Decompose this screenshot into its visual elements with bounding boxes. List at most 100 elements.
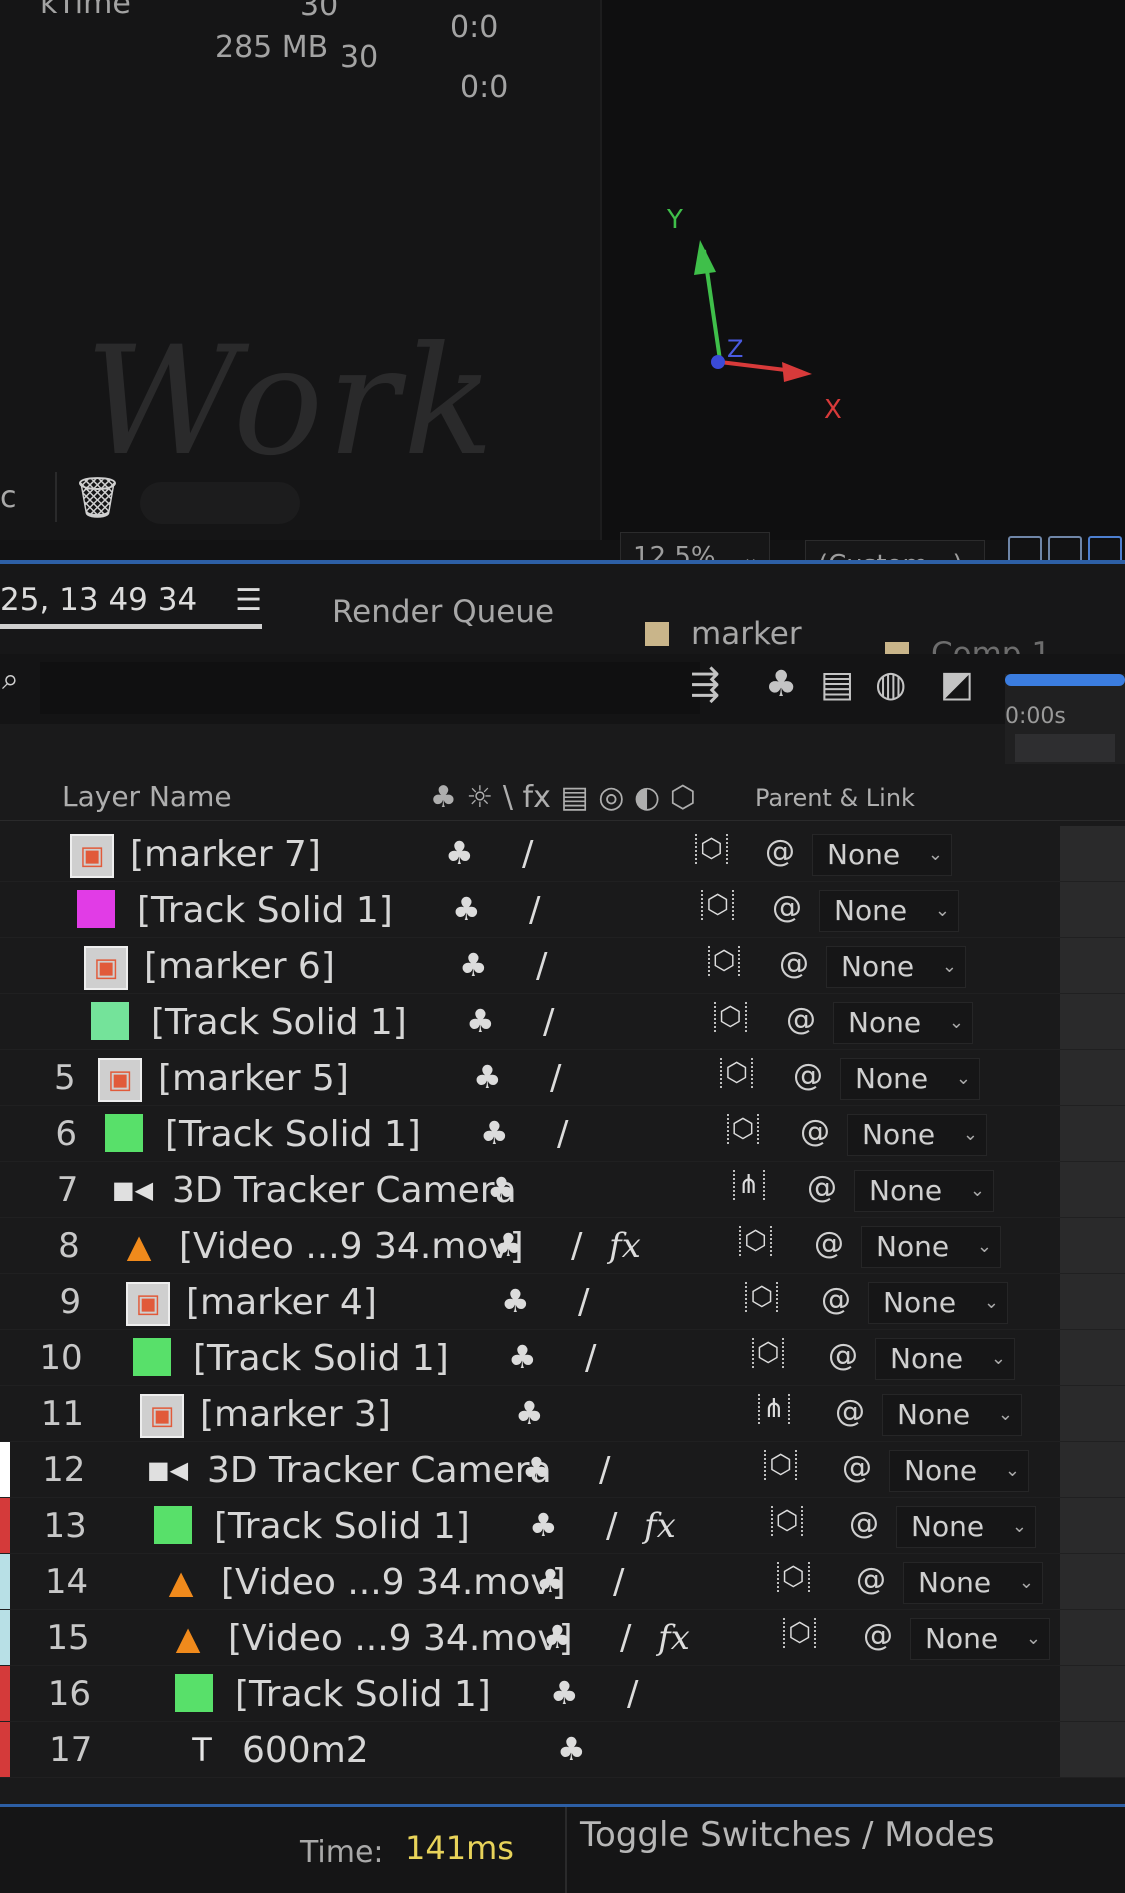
layer-duration-bar[interactable] (1060, 1610, 1125, 1665)
layer-row[interactable]: 10 [Track Solid 1] ♣ / ⬡ @ None ⌄ (0, 1330, 1125, 1386)
layer-row[interactable]: 16 [Track Solid 1] ♣ / (0, 1666, 1125, 1722)
parent-dropdown[interactable]: None ⌄ (812, 834, 952, 876)
layer-duration-bar[interactable] (1060, 1162, 1125, 1217)
quality-switch-icon[interactable]: / (627, 1674, 638, 1714)
shy-switch-icon[interactable]: ♣ (508, 1338, 537, 1376)
layer-row[interactable]: 12 ■◀ 3D Tracker Camera ♣ / ⬡ @ None ⌄ (0, 1442, 1125, 1498)
3d-layer-switch-icon[interactable]: ⬡ (770, 1506, 804, 1536)
quality-switch-icon[interactable]: / (557, 1114, 568, 1154)
layer-row[interactable]: 8 ▲ [Video ...9 34.mov] ♣ / fx ⬡ @ None ⌄ (0, 1218, 1125, 1274)
quality-switch-icon[interactable]: / (578, 1282, 589, 1322)
switches-header-icons[interactable]: ♣ ☼ \ fx ▤ ◎ ◐ ⬡ (430, 780, 696, 815)
trash-icon[interactable]: 🗑 (72, 474, 123, 521)
layer-duration-bar[interactable] (1060, 882, 1125, 937)
layer-duration-bar[interactable] (1060, 826, 1125, 881)
search-icon[interactable]: ⌕ (2, 662, 19, 697)
frame-blending-icon[interactable]: ▤ (820, 664, 854, 705)
pick-whip-icon[interactable]: @ (849, 1506, 879, 1541)
layer-name[interactable]: [Video ...9 34.mov] (228, 1618, 573, 1659)
pick-whip-icon[interactable]: @ (856, 1562, 886, 1597)
layer-name[interactable]: [Track Solid 1] (151, 1002, 407, 1043)
parent-dropdown[interactable]: None ⌄ (868, 1282, 1008, 1324)
tab-composition[interactable]: 25, 13 49 34 ☰ (0, 582, 262, 629)
label-color-swatch[interactable] (0, 1610, 10, 1665)
pick-whip-icon[interactable]: @ (779, 946, 809, 981)
parent-dropdown[interactable]: None ⌄ (854, 1170, 994, 1212)
3d-layer-switch-icon[interactable]: ⋔ (732, 1170, 765, 1200)
parent-dropdown[interactable]: None ⌄ (840, 1058, 980, 1100)
pick-whip-icon[interactable]: @ (800, 1114, 830, 1149)
parent-dropdown[interactable]: None ⌄ (875, 1338, 1015, 1380)
label-color-swatch[interactable] (0, 1442, 10, 1497)
layer-row[interactable]: [Track Solid 1] ♣ / ⬡ @ None ⌄ (0, 994, 1125, 1050)
layer-search-input[interactable] (40, 662, 700, 714)
layer-row[interactable]: 17 T 600m2 ♣ (0, 1722, 1125, 1778)
3d-layer-switch-icon[interactable]: ⬡ (707, 946, 741, 976)
layer-row[interactable]: 9 ▣ [marker 4] ♣ / ⬡ @ None ⌄ (0, 1274, 1125, 1330)
shy-switch-icon[interactable]: ♣ (480, 1114, 509, 1152)
quality-switch-icon[interactable]: / (599, 1450, 610, 1490)
label-color-swatch[interactable] (0, 1722, 10, 1777)
parent-dropdown[interactable]: None ⌄ (896, 1506, 1036, 1548)
layer-row[interactable]: 7 ■◀ 3D Tracker Camera ♣ ⋔ @ None ⌄ (0, 1162, 1125, 1218)
layer-name[interactable]: [Track Solid 1] (214, 1506, 470, 1547)
parent-dropdown[interactable]: None ⌄ (819, 890, 959, 932)
layer-duration-bar[interactable] (1060, 1330, 1125, 1385)
3d-layer-switch-icon[interactable]: ⋔ (758, 1394, 790, 1424)
quality-switch-icon[interactable]: / (571, 1226, 582, 1266)
layer-duration-bar[interactable] (1060, 1722, 1125, 1777)
parent-dropdown[interactable]: None ⌄ (826, 946, 966, 988)
layer-row[interactable]: 13 [Track Solid 1] ♣ / fx ⬡ @ None ⌄ (0, 1498, 1125, 1554)
pick-whip-icon[interactable]: @ (821, 1282, 851, 1317)
layer-row[interactable]: [Track Solid 1] ♣ / ⬡ @ None ⌄ (0, 882, 1125, 938)
label-color-swatch[interactable] (0, 1498, 10, 1553)
layer-name[interactable]: [Video ...9 34.mov] (179, 1226, 524, 1267)
layer-row[interactable]: 15 ▲ [Video ...9 34.mov] ♣ / fx ⬡ @ None ⌄ (0, 1610, 1125, 1666)
pick-whip-icon[interactable]: @ (765, 834, 795, 869)
layer-duration-bar[interactable] (1060, 1218, 1125, 1273)
pick-whip-icon[interactable]: @ (828, 1338, 858, 1373)
playhead-area[interactable] (1015, 734, 1115, 762)
quality-switch-icon[interactable]: / (543, 1002, 554, 1042)
layer-name[interactable]: 3D Tracker Camera (172, 1170, 517, 1211)
pick-whip-icon[interactable]: @ (793, 1058, 823, 1093)
tab-render-queue[interactable]: Render Queue (332, 594, 554, 630)
label-color-swatch[interactable] (0, 1554, 10, 1609)
layer-row[interactable]: ▣ [marker 7] ♣ / ⬡ @ None ⌄ (0, 826, 1125, 882)
layer-duration-bar[interactable] (1060, 938, 1125, 993)
pick-whip-icon[interactable]: @ (807, 1170, 837, 1205)
parent-dropdown[interactable]: None ⌄ (833, 1002, 973, 1044)
layer-name[interactable]: 3D Tracker Camera (207, 1450, 552, 1491)
parent-dropdown[interactable]: None ⌄ (910, 1618, 1050, 1660)
layer-duration-bar[interactable] (1060, 1554, 1125, 1609)
shy-switch-icon[interactable]: ♣ (501, 1282, 530, 1320)
3d-layer-switch-icon[interactable]: ⬡ (713, 1002, 747, 1032)
3d-layer-switch-icon[interactable]: ⬡ (701, 890, 734, 920)
quality-switch-icon[interactable]: / (613, 1562, 624, 1602)
layer-row[interactable]: ▣ [marker 6] ♣ / ⬡ @ None ⌄ (0, 938, 1125, 994)
pick-whip-icon[interactable]: @ (786, 1002, 816, 1037)
label-color-swatch[interactable] (0, 1666, 10, 1721)
parent-dropdown[interactable]: None ⌄ (861, 1226, 1001, 1268)
shy-switch-icon[interactable]: ♣ (452, 890, 481, 928)
work-area-bar[interactable] (1005, 674, 1125, 686)
quality-switch-icon[interactable]: / (606, 1506, 617, 1546)
layer-name[interactable]: [Video ...9 34.mov] (221, 1562, 566, 1603)
shy-switch-icon[interactable]: ♣ (466, 1002, 495, 1040)
layer-duration-bar[interactable] (1060, 1498, 1125, 1553)
shy-switch-icon[interactable]: ♣ (494, 1226, 523, 1264)
pick-whip-icon[interactable]: @ (835, 1394, 865, 1429)
shy-switch-icon[interactable]: ♣ (459, 946, 488, 984)
quality-switch-icon[interactable]: / (585, 1338, 596, 1378)
hamburger-icon[interactable]: ☰ (235, 583, 262, 618)
layer-duration-bar[interactable] (1060, 1106, 1125, 1161)
layer-duration-bar[interactable] (1060, 994, 1125, 1049)
parent-dropdown[interactable]: None ⌄ (903, 1562, 1043, 1604)
shy-switch-icon[interactable]: ♣ (445, 834, 474, 872)
quality-switch-icon[interactable]: / (550, 1058, 561, 1098)
layer-name[interactable]: [marker 4] (186, 1282, 377, 1323)
effects-switch-icon[interactable]: fx (609, 1226, 641, 1266)
project-scroll-handle[interactable] (140, 482, 300, 524)
3d-layer-switch-icon[interactable]: ⬡ (739, 1226, 772, 1256)
layer-name[interactable]: [marker 6] (144, 946, 335, 987)
